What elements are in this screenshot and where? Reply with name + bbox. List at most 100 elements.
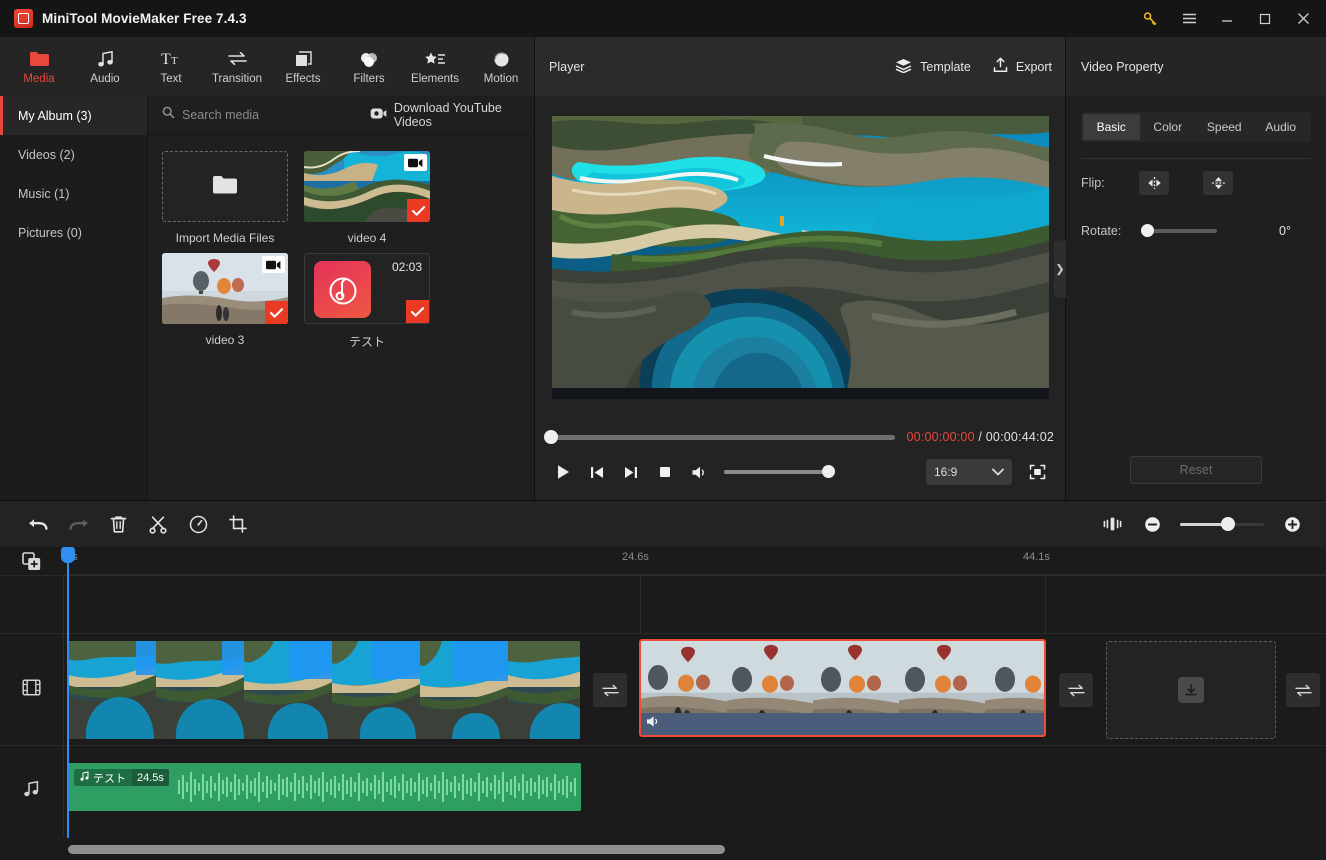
zoom-in-button[interactable]: [1272, 504, 1312, 544]
track-body-text[interactable]: [64, 576, 1326, 633]
coast-frame: [68, 641, 156, 739]
layers-icon: [895, 58, 912, 76]
stop-button[interactable]: [648, 457, 682, 487]
add-track-button[interactable]: [0, 547, 64, 575]
seek-slider[interactable]: [544, 430, 895, 444]
volume-knob[interactable]: [822, 465, 835, 478]
timeline-clip-video-3[interactable]: [639, 639, 1046, 737]
key-icon[interactable]: [1132, 0, 1170, 37]
flip-horizontal-icon[interactable]: [1139, 171, 1169, 195]
track-header-text[interactable]: [0, 576, 64, 633]
play-button[interactable]: [546, 457, 580, 487]
current-time: 00:00:00:00: [906, 430, 975, 444]
fit-timeline-icon[interactable]: [1092, 504, 1132, 544]
album-item-videos[interactable]: Videos (2): [0, 135, 147, 174]
media-item[interactable]: 02:03 テスト: [304, 253, 430, 350]
ribbon-item-audio[interactable]: Audio: [72, 38, 138, 95]
export-button[interactable]: Export: [993, 57, 1052, 76]
track-body-video[interactable]: [64, 634, 1326, 745]
rotate-slider[interactable]: [1141, 224, 1217, 237]
music-note-icon: [97, 49, 114, 69]
track-body-audio[interactable]: テスト 24.5s: [64, 746, 1326, 837]
aspect-ratio-select[interactable]: 16:9: [926, 459, 1012, 485]
delete-button[interactable]: [98, 504, 138, 544]
template-button[interactable]: Template: [895, 58, 971, 76]
zoom-out-button[interactable]: [1132, 504, 1172, 544]
fullscreen-button[interactable]: [1020, 458, 1054, 486]
media-thumbnail[interactable]: 02:03: [304, 253, 430, 324]
split-button[interactable]: [138, 504, 178, 544]
tab-basic[interactable]: Basic: [1083, 114, 1140, 140]
timeline-horizontal-scrollbar[interactable]: [68, 844, 725, 854]
video-preview[interactable]: [551, 115, 1049, 399]
speed-button[interactable]: [178, 504, 218, 544]
transition-slot[interactable]: [1286, 673, 1320, 707]
speaker-icon[interactable]: [646, 715, 661, 733]
volume-button[interactable]: [682, 457, 716, 487]
player-panel: Player Template Export 00:00:00:00 / 00:…: [535, 37, 1066, 500]
panel-collapse-handle[interactable]: ❯: [1054, 240, 1066, 297]
ribbon-item-elements[interactable]: Elements: [402, 38, 468, 95]
timeline-clip-video-4[interactable]: [68, 641, 580, 739]
transition-slot[interactable]: [593, 673, 627, 707]
search-input[interactable]: [182, 108, 342, 122]
redo-button[interactable]: [58, 504, 98, 544]
coast-frame: [420, 641, 508, 739]
ribbon-label: Filters: [353, 72, 385, 85]
elements-star-icon: [424, 49, 446, 69]
rotate-knob[interactable]: [1141, 224, 1154, 237]
property-panel: Video Property Basic Color Speed Audio F…: [1066, 37, 1326, 500]
menu-icon[interactable]: [1170, 0, 1208, 37]
download-youtube-button[interactable]: Download YouTube Videos: [370, 101, 534, 129]
ribbon-item-media[interactable]: Media: [6, 38, 72, 95]
media-selected-check[interactable]: [406, 300, 429, 323]
ribbon-item-transition[interactable]: Transition: [204, 38, 270, 95]
audio-cover-art: [314, 261, 371, 318]
ribbon-item-effects[interactable]: Effects: [270, 38, 336, 95]
track-header-video[interactable]: [0, 634, 64, 745]
tab-speed[interactable]: Speed: [1196, 114, 1253, 140]
tab-color[interactable]: Color: [1140, 114, 1197, 140]
media-item[interactable]: video 4: [304, 151, 430, 245]
previous-frame-button[interactable]: [580, 457, 614, 487]
zoom-knob[interactable]: [1221, 517, 1235, 531]
ribbon-item-filters[interactable]: Filters: [336, 38, 402, 95]
undo-button[interactable]: [18, 504, 58, 544]
clip-audio-bar[interactable]: [641, 713, 1044, 735]
minimize-icon[interactable]: [1208, 0, 1246, 37]
close-icon[interactable]: [1284, 0, 1322, 37]
media-selected-check[interactable]: [265, 301, 288, 324]
album-item-my-album[interactable]: My Album (3): [0, 96, 147, 135]
crop-button[interactable]: [218, 504, 258, 544]
ribbon-item-text[interactable]: TT Text: [138, 38, 204, 95]
tab-audio[interactable]: Audio: [1253, 114, 1310, 140]
flip-vertical-icon[interactable]: [1203, 171, 1233, 195]
seek-knob[interactable]: [544, 430, 558, 444]
media-thumbnail[interactable]: [304, 151, 430, 222]
transition-slot[interactable]: [1059, 673, 1093, 707]
import-media-cell[interactable]: Import Media Files: [162, 151, 288, 245]
maximize-icon[interactable]: [1246, 0, 1284, 37]
reset-button[interactable]: Reset: [1130, 456, 1262, 484]
album-item-pictures[interactable]: Pictures (0): [0, 213, 147, 252]
playhead-handle[interactable]: [61, 547, 75, 563]
import-media-tile[interactable]: [162, 151, 288, 222]
template-label: Template: [920, 59, 971, 74]
playhead[interactable]: [61, 547, 75, 838]
timeline: 0s 24.6s 44.1s: [0, 547, 1326, 860]
media-thumbnail[interactable]: [162, 253, 288, 324]
timeline-audio-clip[interactable]: テスト 24.5s: [68, 763, 581, 811]
zoom-slider[interactable]: [1180, 517, 1264, 531]
next-frame-button[interactable]: [614, 457, 648, 487]
ribbon-item-motion[interactable]: Motion: [468, 38, 534, 95]
add-media-dropzone[interactable]: [1106, 641, 1276, 739]
video-preview-art: [551, 115, 1049, 399]
rotate-row: Rotate: 0°: [1081, 207, 1311, 255]
track-header-audio[interactable]: [0, 746, 64, 837]
media-selected-check[interactable]: [407, 199, 430, 222]
ruler-scale[interactable]: 0s 24.6s 44.1s: [64, 547, 1326, 575]
album-item-music[interactable]: Music (1): [0, 174, 147, 213]
search-box[interactable]: [162, 106, 342, 124]
volume-slider[interactable]: [724, 465, 835, 478]
media-item[interactable]: video 3: [162, 253, 288, 350]
